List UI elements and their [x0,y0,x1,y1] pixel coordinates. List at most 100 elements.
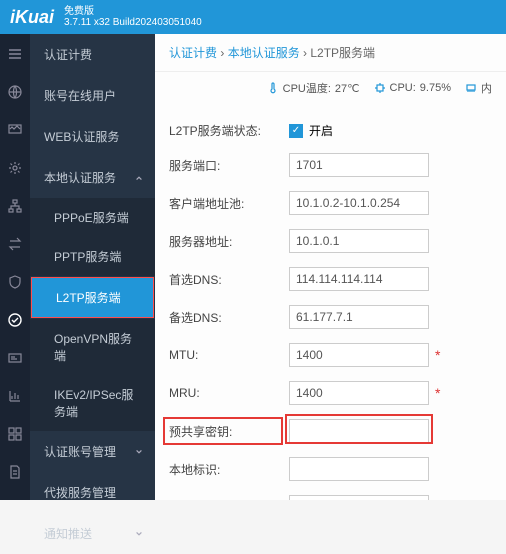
flow-icon[interactable] [7,236,23,252]
version-info: 免费版 3.7.11 x32 Build202403051040 [64,6,202,28]
server-label: 服务器地址: [169,233,289,250]
main-panel: 认证计费 › 本地认证服务 › L2TP服务端 CPU温度: 27℃ CPU: … [155,34,506,500]
mtu-input[interactable] [289,343,429,367]
row-dns1: 首选DNS: [169,267,492,291]
pool-input[interactable] [289,191,429,215]
pool-label: 客户端地址池: [169,195,289,212]
sidebar-dial-label: 代拨服务管理 [44,484,116,501]
breadcrumb-a[interactable]: 认证计费 [169,46,217,60]
port-input[interactable] [289,153,429,177]
status-value: 开启 [309,122,333,139]
sidebar-notify[interactable]: 通知推送 [30,513,155,554]
sidebar-main[interactable]: 认证计费 [30,34,155,75]
version-label: 3.7.11 x32 Build202403051040 [64,17,202,28]
localid-input[interactable] [289,457,429,481]
chart-icon[interactable] [7,388,23,404]
cpu-value: 9.75% [420,82,451,94]
menu-icon[interactable] [7,46,23,62]
sidebar-pppoe[interactable]: PPPoE服务端 [30,198,155,237]
app-header: iKuai 免费版 3.7.11 x32 Build202403051040 [0,0,506,34]
breadcrumb: 认证计费 › 本地认证服务 › L2TP服务端 [155,34,506,72]
row-psk: 预共享密钥: [169,419,492,443]
cpu-temp-value: 27℃ [335,82,360,95]
status-checkbox[interactable]: ✓ [289,124,303,138]
psk-label: 预共享密钥: [169,423,289,440]
mru-label: MRU: [169,386,289,400]
sidebar-l2tp[interactable]: L2TP服务端 [31,277,154,318]
card-icon[interactable] [7,350,23,366]
row-status: L2TP服务端状态: ✓ 开启 [169,122,492,139]
chevron-up-icon [135,174,143,182]
cpu-icon [374,82,386,94]
apps-icon[interactable] [7,426,23,442]
sidebar-openvpn[interactable]: OpenVPN服务端 [30,319,155,375]
cpu-usage: CPU: 9.75% [374,82,451,94]
row-dns2: 备选DNS: [169,305,492,329]
edition-label: 免费版 [64,6,202,17]
mru-input[interactable] [289,381,429,405]
sidebar-l2tp-label: L2TP服务端 [56,291,121,305]
peerid-input[interactable] [289,495,429,500]
globe-icon[interactable] [7,84,23,100]
memory-icon [465,82,477,94]
server-input[interactable] [289,229,429,253]
row-server: 服务器地址: [169,229,492,253]
sidebar-acctmgr-label: 认证账号管理 [44,443,116,460]
cpu-label: CPU: [390,82,416,94]
app-logo: iKuai [10,7,54,28]
monitor-icon[interactable] [7,122,23,138]
port-label: 服务端口: [169,157,289,174]
config-form: L2TP服务端状态: ✓ 开启 服务端口: 客户端地址池: 服务器地址: 首选D… [155,104,506,500]
chevron-down-icon [135,530,143,538]
dns1-input[interactable] [289,267,429,291]
row-pool: 客户端地址池: [169,191,492,215]
row-peerid: 对方标识: [169,495,492,500]
psk-label-text: 预共享密钥: [169,425,232,439]
sidebar-pppoe-label: PPPoE服务端 [54,211,129,225]
sidebar-accounts-label: 账号在线用户 [44,87,116,104]
row-localid: 本地标识: [169,457,492,481]
doc-icon[interactable] [7,464,23,480]
mtu-label: MTU: [169,348,289,362]
sidebar-pptp-label: PPTP服务端 [54,250,121,264]
required-star: * [435,347,440,363]
gear-icon[interactable] [7,160,23,176]
sidebar-dial[interactable]: 代拨服务管理 [30,472,155,513]
statusbar: CPU温度: 27℃ CPU: 9.75% 内 [155,72,506,104]
thermometer-icon [267,82,279,94]
breadcrumb-b[interactable]: 本地认证服务 [228,46,300,60]
required-star: * [435,385,440,401]
status-label: L2TP服务端状态: [169,122,289,139]
dns1-label: 首选DNS: [169,271,289,288]
sidebar-accounts[interactable]: 账号在线用户 [30,75,155,116]
sidebar-openvpn-label: OpenVPN服务端 [54,332,132,363]
sidebar-web-label: WEB认证服务 [44,128,119,145]
mem-label: 内 [481,80,492,96]
cpu-temp-label: CPU温度: [283,80,331,96]
icon-rail [0,34,30,500]
shield-icon[interactable] [7,274,23,290]
sidebar-ikev2[interactable]: IKEv2/IPSec服务端 [30,375,155,431]
network-icon[interactable] [7,198,23,214]
localid-label: 本地标识: [169,461,289,478]
breadcrumb-c: L2TP服务端 [310,46,375,60]
dns2-input[interactable] [289,305,429,329]
sidebar-notify-label: 通知推送 [44,525,92,542]
sidebar-acctmgr[interactable]: 认证账号管理 [30,431,155,472]
dns2-label: 备选DNS: [169,309,289,326]
sidebar-local[interactable]: 本地认证服务 [30,157,155,198]
row-mtu: MTU: * [169,343,492,367]
sidebar: 认证计费 账号在线用户 WEB认证服务 本地认证服务 PPPoE服务端 PPTP… [30,34,155,500]
auth-icon[interactable] [7,312,23,328]
sidebar-pptp[interactable]: PPTP服务端 [30,237,155,276]
sidebar-web[interactable]: WEB认证服务 [30,116,155,157]
sidebar-ikev2-label: IKEv2/IPSec服务端 [54,388,133,419]
row-mru: MRU: * [169,381,492,405]
sidebar-local-label: 本地认证服务 [44,169,116,186]
row-port: 服务端口: [169,153,492,177]
mem-usage: 内 [465,80,492,96]
psk-input[interactable] [289,419,429,443]
chevron-down-icon [135,448,143,456]
cpu-temp: CPU温度: 27℃ [267,80,360,96]
sidebar-main-label: 认证计费 [44,46,92,63]
